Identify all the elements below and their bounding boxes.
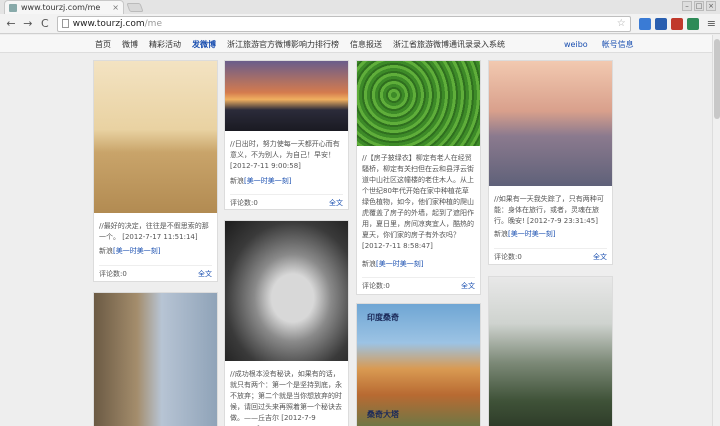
tab-close-icon[interactable]: ×	[112, 3, 119, 12]
post-card: 印度桑奇 桑奇大塔	[356, 303, 481, 426]
maximize-icon[interactable]: □	[694, 1, 704, 11]
browser-toolbar: ← → C www.tourzj.com /me ☆ ≡	[0, 14, 720, 34]
page-scrollbar[interactable]	[712, 35, 720, 426]
nav-link-post[interactable]: 发微博	[192, 39, 216, 50]
read-more-link[interactable]: 全文	[329, 198, 343, 208]
nav-link-account-info[interactable]: 帐号信息	[602, 39, 634, 50]
stupa-caption-top: 印度桑奇	[367, 313, 399, 322]
post-card: //【房子披绿衣】柳定有老人在经贸騷桥，柳定有关扫但在云和县浮云街道中山社区这幢…	[356, 60, 481, 295]
read-more-link[interactable]: 全文	[198, 269, 212, 279]
post-card	[488, 276, 613, 426]
source-link[interactable]: [美一时美一刻]	[113, 247, 160, 255]
favicon-icon	[9, 3, 17, 12]
tab-strip: www.tourzj.com/me × – □ ×	[0, 0, 720, 14]
comment-count: 评论数:0	[99, 270, 127, 278]
post-source: 新浪[美一时美一刻]	[99, 247, 161, 255]
url-host: www.tourzj.com	[72, 18, 145, 29]
post-image[interactable]	[489, 61, 612, 186]
source-link[interactable]: [美一时美一刻]	[376, 260, 423, 268]
post-image[interactable]	[225, 221, 348, 361]
nav-link-events[interactable]: 精彩活动	[149, 39, 181, 50]
extensions	[638, 17, 699, 30]
browser-menu-icon[interactable]: ≡	[707, 17, 716, 30]
tab-title: www.tourzj.com/me	[21, 3, 101, 12]
post-source: 新浪[美一时美一刻]	[494, 230, 556, 238]
post-card: //最好的决定，往往是不假思索的那一个。 [2012-7-17 11:51:14…	[93, 60, 218, 282]
post-text: //成功根本没有秘诀，如果有的话，就只有两个：第一个是坚持到底，永不放弃；第二个…	[230, 370, 342, 426]
post-image[interactable]	[94, 293, 217, 426]
post-card: //成功根本没有秘诀，如果有的话，就只有两个：第一个是坚持到底，永不放弃；第二个…	[224, 220, 349, 426]
site-nav-right: weibo 帐号信息	[564, 35, 634, 53]
comment-count: 评论数:0	[230, 199, 258, 207]
post-source: 新浪[美一时美一刻]	[362, 260, 424, 268]
forward-icon[interactable]: →	[21, 17, 35, 31]
post-text: //如果有一天我失踪了，只有两种可能：身体在旅行，或者，灵魂在旅行。晚安! [2…	[494, 195, 604, 225]
close-window-icon[interactable]: ×	[706, 1, 716, 11]
post-card	[93, 292, 218, 426]
extension-icon[interactable]	[638, 17, 651, 30]
window-controls: – □ ×	[682, 1, 716, 11]
post-image[interactable]	[489, 277, 612, 426]
nav-link-weibo-account[interactable]: weibo	[564, 40, 588, 49]
post-footer: 评论数:0 全文	[362, 277, 475, 291]
post-image[interactable]	[94, 61, 217, 213]
stupa-caption-bottom: 桑奇大塔	[367, 410, 399, 419]
nav-link-directory[interactable]: 浙江省旅游微博通讯录录入系统	[393, 39, 505, 50]
extension-icon[interactable]	[654, 17, 667, 30]
nav-link-home[interactable]: 首页	[95, 39, 111, 50]
post-footer: 评论数:0 全文	[99, 265, 212, 279]
browser-tab[interactable]: www.tourzj.com/me ×	[4, 0, 124, 14]
nav-link-ranking[interactable]: 浙江旅游官方微博影响力排行榜	[227, 39, 339, 50]
extension-icon[interactable]	[686, 17, 699, 30]
post-footer: 评论数:0 全文	[230, 194, 343, 208]
post-card: //如果有一天我失踪了，只有两种可能：身体在旅行，或者，灵魂在旅行。晚安! [2…	[488, 60, 613, 265]
bookmark-star-icon[interactable]: ☆	[617, 18, 626, 29]
comment-count: 评论数:0	[362, 282, 390, 290]
address-bar[interactable]: www.tourzj.com /me ☆	[56, 15, 631, 32]
url-path: /me	[144, 18, 162, 29]
read-more-link[interactable]: 全文	[461, 281, 475, 291]
site-nav: 首页 微博 精彩活动 发微博 浙江旅游官方微博影响力排行榜 信息报送 浙江省旅游…	[0, 35, 720, 53]
source-link[interactable]: [美一时美一刻]	[508, 230, 555, 238]
post-footer: 评论数:0 全文	[494, 248, 607, 262]
post-image[interactable]	[357, 61, 480, 146]
scrollbar-thumb[interactable]	[714, 39, 720, 119]
nav-link-weibo[interactable]: 微博	[122, 39, 138, 50]
nav-link-report[interactable]: 信息报送	[350, 39, 382, 50]
post-text: //【房子披绿衣】柳定有老人在经贸騷桥，柳定有关扫但在云和县浮云街道中山社区这幢…	[362, 154, 474, 250]
minimize-icon[interactable]: –	[682, 1, 692, 11]
reload-icon[interactable]: C	[38, 17, 52, 31]
site-nav-links: 首页 微博 精彩活动 发微博 浙江旅游官方微博影响力排行榜 信息报送 浙江省旅游…	[95, 35, 505, 53]
post-image[interactable]	[225, 61, 348, 131]
post-text: //日出时，努力使每一天都开心而有意义，不为别人，为自己！早安！ [2012-7…	[230, 140, 340, 170]
post-card: //日出时，努力使每一天都开心而有意义，不为别人，为自己！早安！ [2012-7…	[224, 60, 349, 210]
page-icon	[61, 19, 69, 28]
read-more-link[interactable]: 全文	[593, 252, 607, 262]
post-source: 新浪[美一时美一刻]	[230, 177, 292, 185]
source-link[interactable]: [美一时美一刻]	[244, 177, 291, 185]
extension-icon[interactable]	[670, 17, 683, 30]
back-icon[interactable]: ←	[4, 17, 18, 31]
post-text: //最好的决定，往往是不假思索的那一个。 [2012-7-17 11:51:14…	[99, 222, 209, 241]
comment-count: 评论数:0	[494, 253, 522, 261]
new-tab-button[interactable]	[126, 3, 144, 12]
